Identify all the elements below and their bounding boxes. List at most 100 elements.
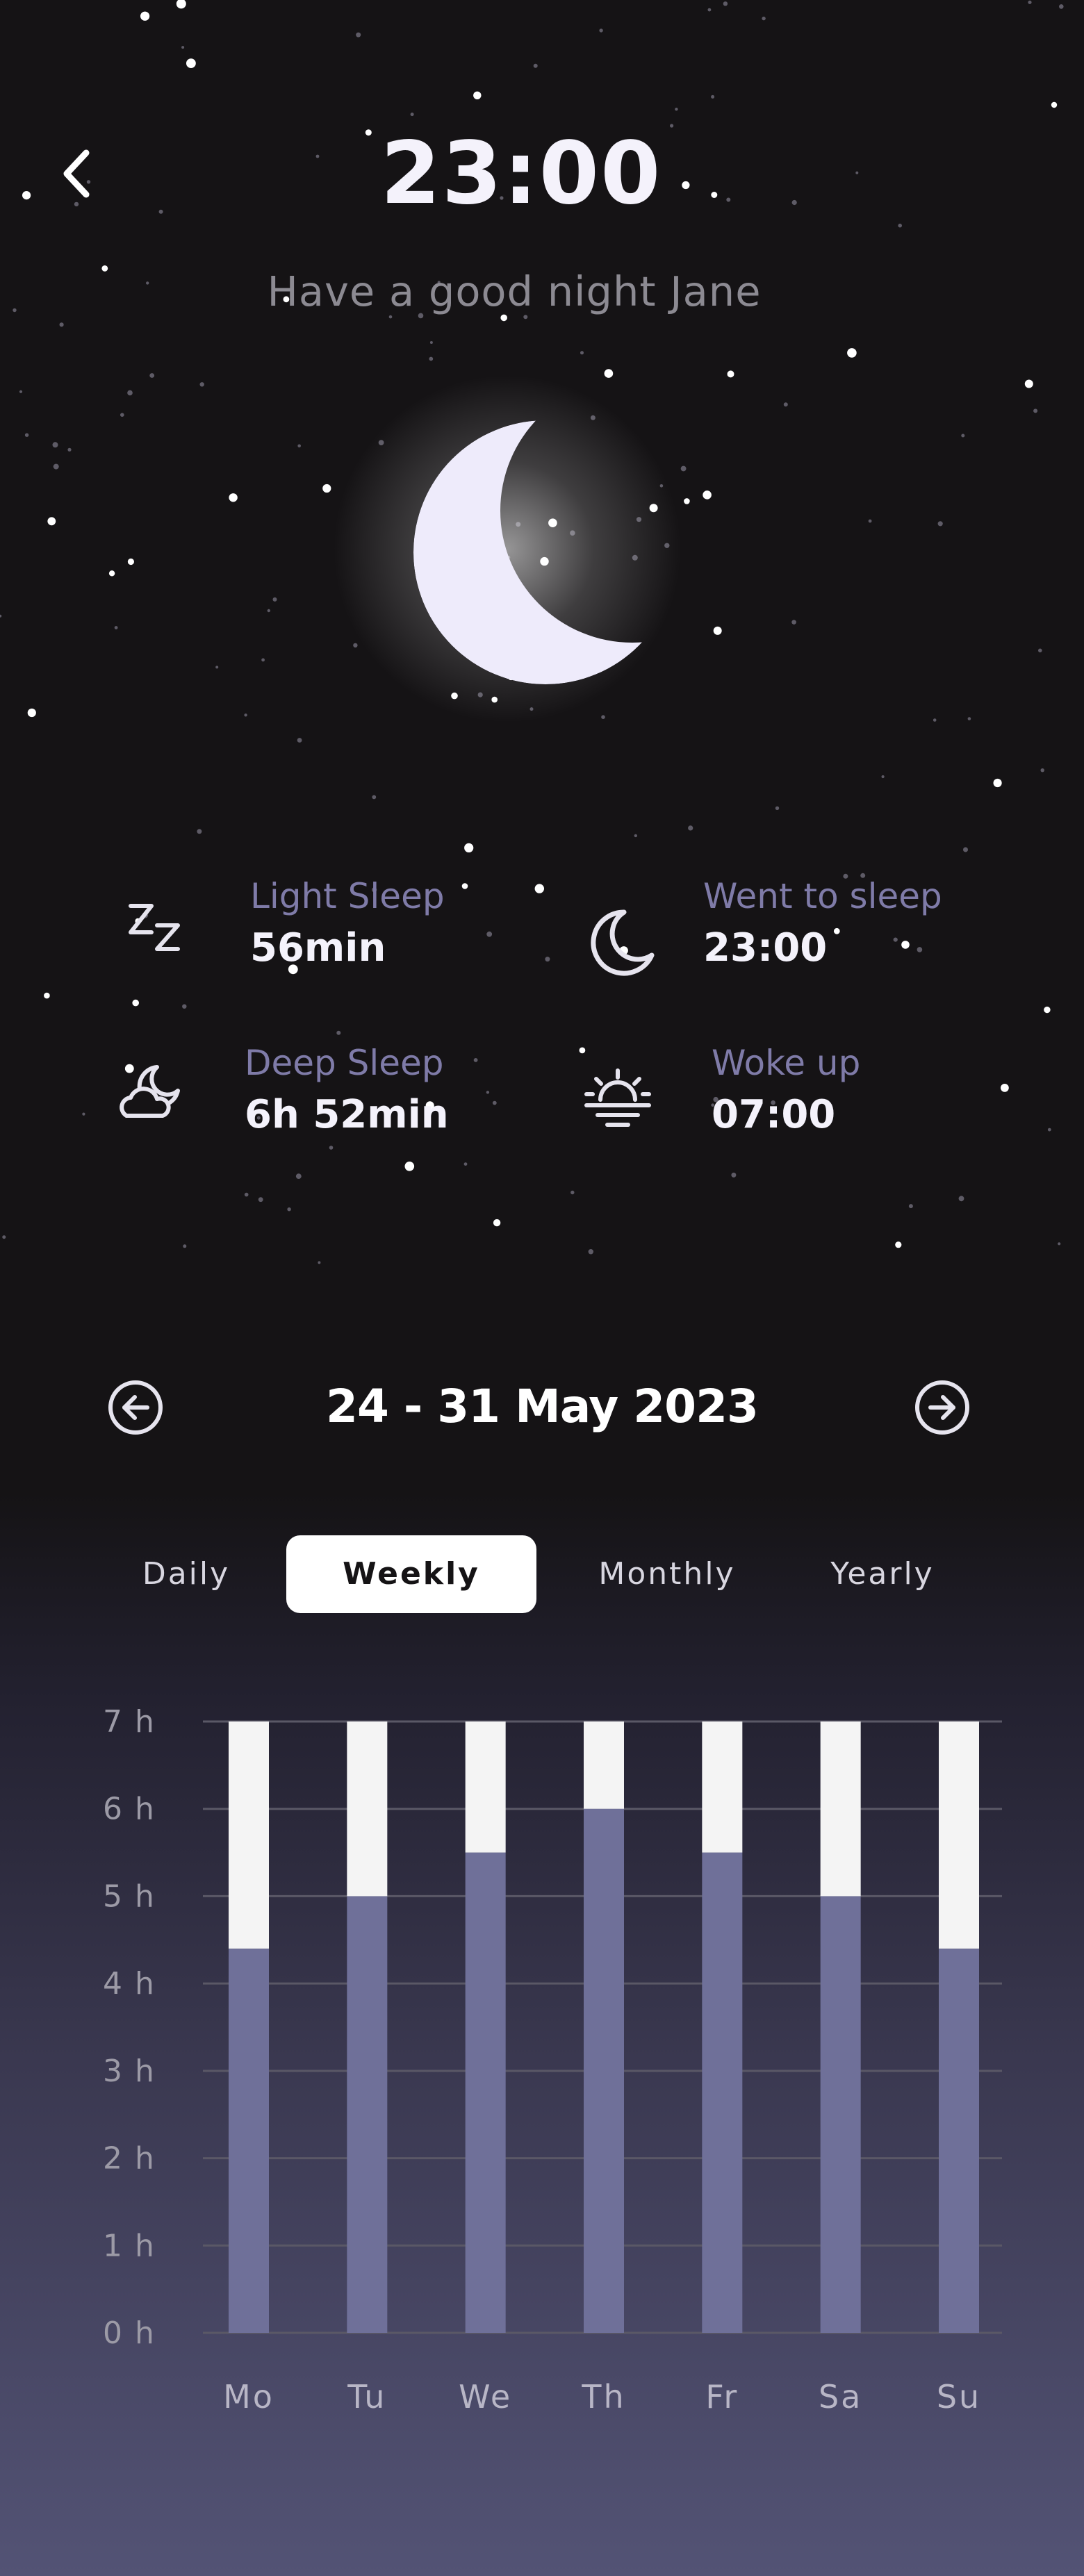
bar-light-sleep[interactable]: [820, 1722, 861, 1897]
bar-deep-sleep[interactable]: [465, 1852, 506, 2333]
star: [723, 1, 728, 6]
went-to-sleep-stat: Went to sleep 23:00: [703, 875, 942, 973]
star: [272, 597, 277, 602]
star: [731, 1172, 737, 1178]
bar-light-sleep[interactable]: [229, 1722, 269, 1949]
woke-up-value: 07:00: [712, 1092, 836, 1137]
star: [356, 32, 361, 38]
greeting-text: Have a good night Jane: [267, 267, 762, 315]
bar-deep-sleep[interactable]: [939, 1948, 979, 2333]
star: [24, 433, 29, 437]
star: [1033, 408, 1038, 413]
star: [486, 931, 493, 937]
star: [59, 322, 64, 327]
moon-cloud-icon: [120, 1065, 180, 1118]
star: [727, 370, 734, 378]
tab-yearly[interactable]: Yearly: [806, 1535, 959, 1613]
star: [322, 484, 331, 493]
star: [963, 847, 968, 852]
zzz-icon: [129, 904, 180, 951]
star: [464, 843, 474, 852]
star: [783, 402, 788, 407]
star: [933, 718, 937, 722]
bar-deep-sleep[interactable]: [702, 1852, 743, 2333]
star: [1047, 1128, 1051, 1132]
deep-sleep-value: 6h 52min: [245, 1092, 449, 1137]
tab-daily[interactable]: Daily: [124, 1535, 249, 1613]
star: [149, 373, 155, 378]
star: [473, 1058, 478, 1062]
bar-deep-sleep[interactable]: [820, 1896, 861, 2333]
star: [267, 609, 270, 613]
star: [127, 390, 133, 396]
star: [1059, 4, 1064, 9]
star: [229, 493, 238, 502]
star: [19, 390, 23, 393]
tab-weekly[interactable]: Weekly: [286, 1535, 536, 1613]
star: [429, 341, 433, 344]
star: [881, 775, 885, 779]
period-tabs: Daily Weekly Monthly Yearly: [0, 1535, 1084, 1613]
star: [127, 558, 134, 565]
x-tick-label: We: [459, 2378, 512, 2416]
light-sleep-label: Light Sleep: [250, 876, 445, 916]
star: [82, 1112, 85, 1116]
bar-light-sleep[interactable]: [939, 1722, 979, 1949]
tab-monthly[interactable]: Monthly: [584, 1535, 750, 1613]
went-to-sleep-value: 23:00: [703, 925, 828, 971]
x-tick-label: Su: [937, 2378, 981, 2416]
star: [297, 444, 302, 448]
star: [533, 63, 538, 68]
star: [2, 1235, 6, 1239]
star: [114, 626, 118, 629]
star: [44, 992, 50, 999]
deep-sleep-label: Deep Sleep: [245, 1043, 444, 1083]
star: [1058, 1242, 1061, 1246]
bar-light-sleep[interactable]: [702, 1722, 743, 1853]
bar-light-sleep[interactable]: [465, 1722, 506, 1853]
star: [599, 28, 603, 33]
x-tick-label: Th: [581, 2378, 625, 2416]
x-tick-label: Tu: [347, 2378, 386, 2416]
bar-light-sleep[interactable]: [584, 1722, 624, 1809]
star: [295, 1173, 302, 1179]
x-tick-label: Mo: [223, 2378, 274, 2416]
star: [675, 108, 678, 111]
star: [707, 8, 712, 12]
star: [937, 521, 943, 527]
star: [461, 883, 468, 889]
star: [958, 1196, 964, 1202]
star: [1051, 101, 1058, 108]
star: [52, 442, 58, 448]
star: [775, 806, 780, 811]
arrow-right-circle-icon[interactable]: [914, 1379, 971, 1436]
star: [336, 1030, 341, 1035]
star: [895, 1241, 902, 1248]
woke-up-label: Woke up: [712, 1043, 861, 1083]
bar-deep-sleep[interactable]: [347, 1896, 388, 2333]
star: [463, 1162, 468, 1166]
crescent-moon-icon: [591, 909, 655, 976]
star: [0, 614, 2, 618]
star: [688, 825, 693, 831]
star: [197, 829, 202, 834]
y-tick-label: 7 h: [103, 1704, 156, 1740]
star: [703, 490, 712, 499]
light-sleep-stat: Light Sleep 56min: [250, 875, 445, 973]
star: [108, 570, 115, 577]
bedtime-title: 23:00: [380, 124, 662, 224]
bar-light-sleep[interactable]: [347, 1722, 388, 1897]
bar-deep-sleep[interactable]: [584, 1808, 624, 2333]
y-tick-label: 5 h: [103, 1879, 156, 1914]
star: [244, 713, 247, 717]
star: [588, 1249, 593, 1255]
star: [580, 351, 584, 355]
star: [429, 356, 434, 361]
star: [791, 620, 796, 625]
bar-deep-sleep[interactable]: [229, 1948, 269, 2333]
star: [534, 884, 544, 893]
star: [132, 999, 139, 1007]
star: [1044, 1006, 1051, 1014]
star: [1001, 1084, 1009, 1092]
x-tick-label: Sa: [819, 2378, 862, 2416]
